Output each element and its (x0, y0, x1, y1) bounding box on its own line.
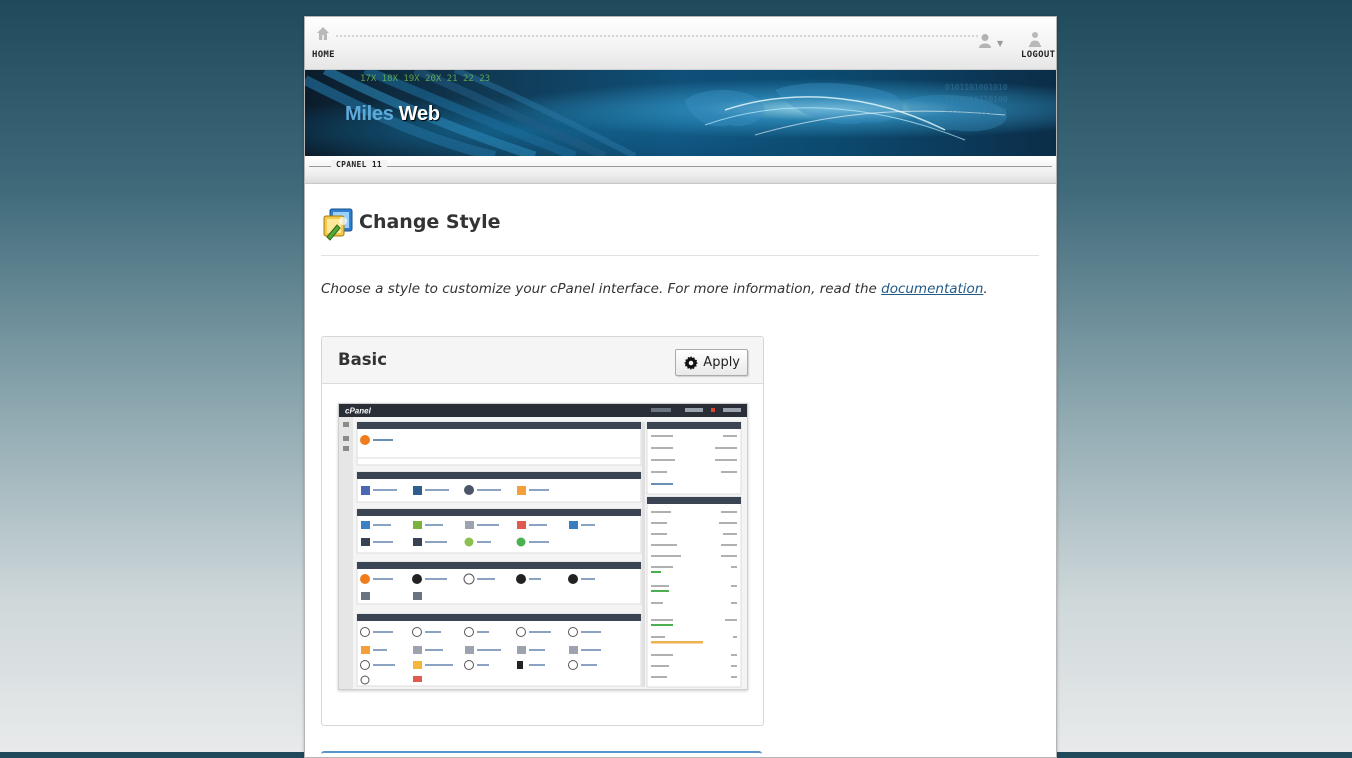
svg-text:17X 18X 19X 20X 21 22: 17X 18X 19X 20X 21 22 23 (360, 74, 490, 84)
documentation-link[interactable]: documentation (881, 281, 983, 297)
tab-strip: CPANEL 11 (305, 156, 1056, 184)
logout-icon[interactable] (1028, 31, 1042, 47)
tab-cpanel-11[interactable]: CPANEL 11 (331, 160, 388, 169)
preview-image: cPanel (339, 404, 747, 689)
header-banner: 17X 18X 19X 20X 21 22 23 0101101001010 1… (305, 70, 1056, 156)
logo-text-miles: Miles (345, 103, 394, 125)
gear-icon (684, 355, 699, 370)
svg-text:cPanel: cPanel (345, 407, 372, 416)
tab-divider (309, 166, 1052, 167)
logout-link[interactable]: LOGOUT (1021, 50, 1055, 60)
style-name: Basic (338, 350, 387, 369)
description-text: Choose a style to customize your cPanel … (321, 281, 882, 297)
user-icon[interactable] (978, 33, 992, 48)
home-icon[interactable] (316, 26, 330, 42)
page-title: Change Style (359, 211, 501, 233)
mileweb-logo: Miles Web (345, 103, 440, 126)
logo-text-web: Web (398, 103, 440, 125)
top-navigation-bar: HOME ▼ LOGOUT (305, 17, 1056, 70)
page-description: Choose a style to customize your cPanel … (321, 281, 988, 297)
dotted-divider (335, 34, 978, 38)
cpanel-window: HOME ▼ LOGOUT 17X 18X 19X 20X 21 22 23 0… (304, 16, 1057, 758)
chevron-down-icon[interactable]: ▼ (997, 39, 1003, 48)
svg-text:0101101001010: 0101101001010 (945, 83, 1008, 92)
style-card-basic: Basic Apply cPanel (321, 336, 764, 726)
title-divider (321, 255, 1039, 256)
home-link[interactable]: HOME (312, 50, 335, 60)
apply-label: Apply (703, 355, 740, 370)
style-card-header: Basic Apply (322, 337, 763, 384)
svg-text:1010010110100: 1010010110100 (945, 95, 1008, 104)
style-card-next (321, 751, 762, 757)
change-style-icon (323, 208, 353, 241)
style-preview-thumbnail[interactable]: cPanel (338, 403, 748, 690)
svg-text:0110100101101: 0110100101101 (945, 107, 1008, 116)
description-suffix: . (983, 281, 988, 297)
apply-button[interactable]: Apply (675, 349, 748, 376)
